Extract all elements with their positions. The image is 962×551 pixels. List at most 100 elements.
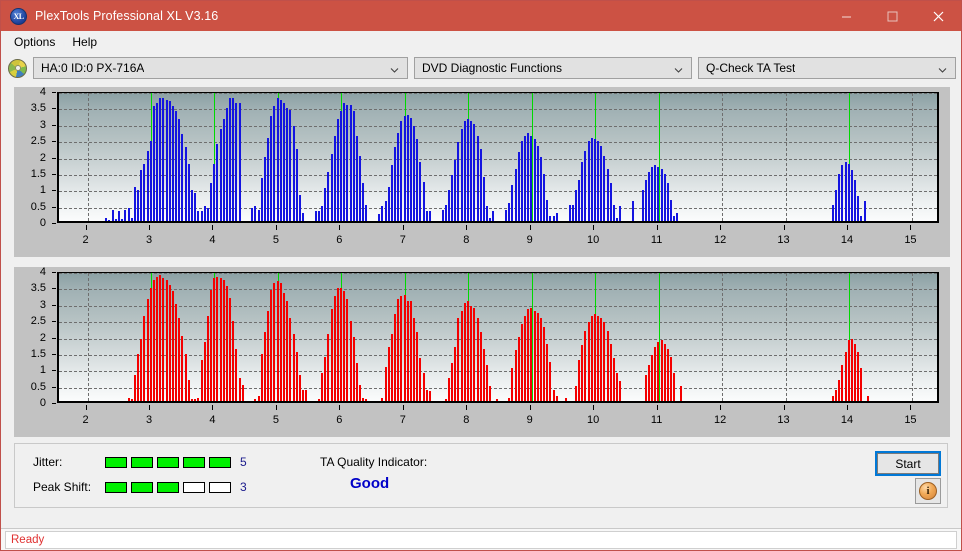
gridline-horizontal bbox=[59, 125, 937, 127]
chart-bar bbox=[409, 117, 412, 221]
chart-bar bbox=[378, 214, 381, 221]
chart-bar bbox=[127, 207, 130, 221]
test-select[interactable]: Q-Check TA Test bbox=[698, 57, 956, 79]
chart-bar bbox=[222, 279, 225, 401]
chart-bar bbox=[270, 116, 273, 221]
chart-bar bbox=[219, 129, 222, 221]
chart-bar bbox=[536, 312, 539, 401]
chart-bar bbox=[644, 374, 647, 401]
ta-quality-value-row: Good bbox=[350, 475, 389, 492]
x-axis-tick-label: 2 bbox=[82, 414, 89, 426]
drive-select[interactable]: HA:0 ID:0 PX-716A bbox=[33, 57, 408, 79]
chart-bar bbox=[486, 364, 489, 401]
x-axis-tick-mark bbox=[339, 225, 341, 230]
chart-bar bbox=[616, 217, 619, 221]
chart-bar bbox=[451, 175, 454, 221]
chart-bar bbox=[508, 397, 511, 401]
chart-bar bbox=[651, 355, 654, 401]
y-axis-tick-label: 2.5 bbox=[30, 315, 46, 328]
chart-bar bbox=[460, 129, 463, 221]
y-axis-tick-label: 4 bbox=[39, 266, 46, 278]
chart-bar bbox=[838, 173, 841, 221]
chart-bar bbox=[330, 309, 333, 401]
chart-bar bbox=[168, 284, 171, 401]
close-icon[interactable] bbox=[915, 1, 961, 31]
chart-bar bbox=[476, 135, 479, 221]
chart-bar bbox=[187, 163, 190, 221]
chart-bar bbox=[527, 309, 530, 401]
chart-bar bbox=[451, 363, 454, 401]
chart-bar bbox=[457, 317, 460, 401]
x-axis-tick-label: 11 bbox=[650, 414, 663, 426]
chart-bar bbox=[394, 314, 397, 401]
chart-bar bbox=[327, 333, 330, 401]
chart-bar bbox=[327, 171, 330, 221]
chart-bar bbox=[549, 216, 552, 221]
chart-bar bbox=[178, 119, 181, 221]
chart-bar bbox=[600, 145, 603, 221]
chart-bar bbox=[603, 155, 606, 221]
x-axis-tick-mark bbox=[529, 225, 531, 230]
chart-bar bbox=[175, 304, 178, 401]
y-axis-tick-label: 0.5 bbox=[30, 380, 46, 393]
chart-bar bbox=[349, 104, 352, 221]
chart-bar bbox=[359, 155, 362, 221]
chart-bar bbox=[571, 204, 574, 221]
chart-bar bbox=[835, 389, 838, 401]
chart-bar bbox=[140, 170, 143, 221]
chart-bar bbox=[159, 98, 162, 221]
chart-bar bbox=[597, 315, 600, 401]
chart-bar bbox=[238, 103, 241, 221]
chart-bar bbox=[666, 183, 669, 221]
chart-bar bbox=[543, 327, 546, 401]
chart-bar bbox=[619, 381, 622, 401]
peak-shift-chart: 4 3.5 3 2.5 2 1.5 1 0.5 0 2 3 4 5 6 7 8 9 10 11 12 13 14 15 bbox=[14, 266, 950, 437]
x-axis-tick-mark bbox=[529, 405, 531, 410]
chart-bar bbox=[850, 170, 853, 221]
menu-item-help[interactable]: Help bbox=[66, 33, 106, 52]
chart-bar bbox=[241, 384, 244, 401]
chart-bar bbox=[644, 180, 647, 221]
chart-bar bbox=[574, 386, 577, 401]
chart-bar bbox=[295, 351, 298, 401]
gridline-vertical bbox=[722, 273, 724, 401]
gridline-horizontal bbox=[59, 354, 937, 356]
maximize-icon[interactable] bbox=[869, 1, 915, 31]
chart-bar bbox=[362, 183, 365, 221]
gridline-horizontal bbox=[59, 305, 937, 307]
chart-bar bbox=[219, 278, 222, 401]
minimize-icon[interactable] bbox=[823, 1, 869, 31]
menu-item-options[interactable]: Options bbox=[8, 33, 64, 52]
chart-bar bbox=[257, 396, 260, 401]
chart-bar bbox=[663, 173, 666, 221]
gridline-horizontal bbox=[59, 338, 937, 340]
chart-bar bbox=[413, 126, 416, 221]
function-select[interactable]: DVD Diagnostic Functions bbox=[414, 57, 692, 79]
test-select-value: Q-Check TA Test bbox=[706, 61, 796, 75]
info-button[interactable]: i bbox=[915, 478, 941, 504]
chevron-down-icon bbox=[390, 64, 399, 73]
chart-bar bbox=[200, 211, 203, 221]
chart-bar bbox=[257, 209, 260, 221]
x-axis-tick-mark bbox=[593, 405, 595, 410]
y-axis-tick-label: 3 bbox=[39, 298, 46, 311]
chart-bar bbox=[298, 374, 301, 401]
y-axis-tick-mark bbox=[52, 124, 56, 126]
chart-bar bbox=[479, 148, 482, 221]
x-axis-tick-label: 14 bbox=[840, 414, 854, 426]
chart-bar bbox=[587, 322, 590, 401]
chart-bar bbox=[190, 189, 193, 221]
x-axis-tick-mark bbox=[339, 405, 341, 410]
meter-segment bbox=[157, 456, 179, 468]
chart-bar bbox=[416, 139, 419, 221]
chart-bar bbox=[295, 148, 298, 221]
chart-bar bbox=[317, 211, 320, 221]
start-button[interactable]: Start bbox=[875, 451, 941, 476]
chart-bar bbox=[273, 283, 276, 401]
chart-bar bbox=[505, 209, 508, 221]
x-axis-tick-label: 8 bbox=[463, 414, 470, 426]
window-title: PlexTools Professional XL V3.16 bbox=[35, 9, 219, 23]
chart-bar bbox=[546, 343, 549, 401]
chart-bar bbox=[584, 330, 587, 401]
disc-icon bbox=[8, 58, 27, 78]
